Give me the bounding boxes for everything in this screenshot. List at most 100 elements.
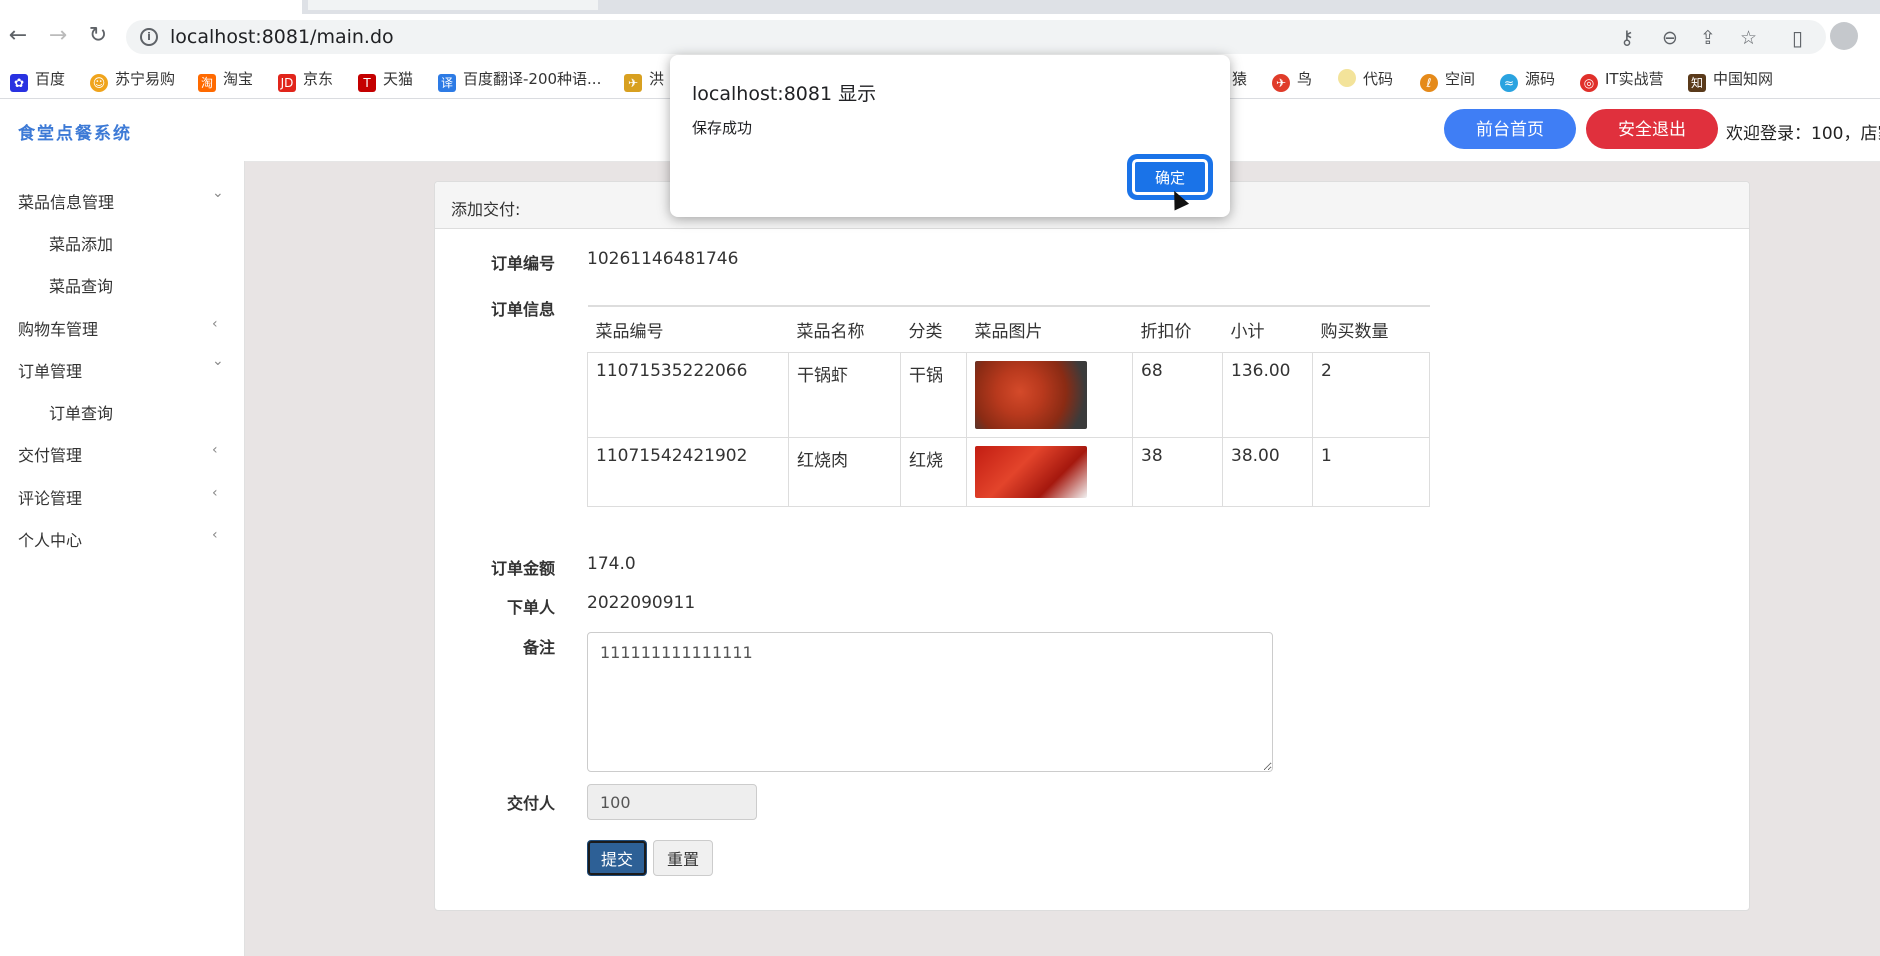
- chevron-left-icon: ‹: [212, 316, 218, 332]
- zoom-icon[interactable]: ⊖: [1662, 27, 1678, 49]
- col-category: 分类: [900, 305, 967, 353]
- bookmark-hong[interactable]: ✈ 洪: [624, 68, 664, 92]
- cell-qty: 2: [1312, 352, 1430, 438]
- note-label: 备注: [522, 638, 555, 657]
- dialog-ok-button[interactable]: 确定: [1132, 159, 1208, 195]
- key-icon[interactable]: ⚷: [1620, 27, 1634, 49]
- col-dish-id: 菜品编号: [587, 305, 789, 353]
- chevron-left-icon: ‹: [212, 485, 218, 501]
- orderer-label: 下单人: [506, 598, 555, 617]
- cell-subtotal: 38.00: [1222, 437, 1313, 507]
- payer-input[interactable]: [587, 784, 757, 820]
- cell-category: 红烧: [900, 437, 967, 507]
- sidebar-item-dish-add[interactable]: 菜品添加: [49, 231, 113, 255]
- table-row: 11071535222066 干锅虾 干锅 68 136.00 2: [587, 352, 1430, 438]
- bookmark-source[interactable]: ≈ 源码: [1500, 68, 1555, 92]
- bookmark-niao[interactable]: ✈ 鸟: [1272, 68, 1312, 92]
- order-no-label: 订单编号: [490, 254, 555, 273]
- sidebar: 菜品信息管理 ⌄ 菜品添加 菜品查询 购物车管理 ‹ 订单管理 ⌄ 订单查询 交…: [0, 161, 245, 956]
- table-row: 11071542421902 红烧肉 红烧 38 38.00 1: [587, 437, 1430, 507]
- col-dish-name: 菜品名称: [788, 305, 901, 353]
- dialog-message: 保存成功: [692, 119, 753, 137]
- delivery-form-panel: 添加交付: 订单编号 10261146481746 订单信息 菜品编号 菜品名称…: [434, 181, 1750, 911]
- chevron-left-icon: ‹: [212, 442, 218, 458]
- bird-icon: ✈: [624, 74, 642, 92]
- sidebar-item-delivery[interactable]: 交付管理: [18, 442, 82, 466]
- bookmark-code[interactable]: 代码: [1338, 68, 1393, 88]
- cell-category: 干锅: [900, 352, 967, 438]
- cell-dish-name: 干锅虾: [788, 352, 901, 438]
- jd-icon: JD: [278, 74, 296, 92]
- bookmark-baidu[interactable]: ✿ 百度: [10, 68, 65, 92]
- address-bar[interactable]: i localhost:8081/main.do ⚷ ⊖ ⇪ ☆: [126, 20, 1826, 54]
- paw-icon: ✿: [10, 74, 28, 92]
- submit-button[interactable]: 提交: [587, 840, 647, 876]
- bookmark-tmall[interactable]: T 天猫: [358, 68, 413, 92]
- cell-image: [966, 352, 1133, 438]
- dish-photo: [975, 446, 1087, 498]
- bookmark-jd[interactable]: JD 京东: [278, 68, 333, 92]
- sidebar-item-dish-info[interactable]: 菜品信息管理: [18, 189, 114, 213]
- amount-value: 174.0: [587, 554, 636, 574]
- translate-icon: 译: [438, 74, 456, 92]
- dish-photo: [975, 361, 1087, 429]
- col-price: 折扣价: [1132, 305, 1223, 353]
- payer-label: 交付人: [506, 794, 555, 813]
- bookmark-space[interactable]: ℓ 空间: [1420, 68, 1475, 92]
- bookmark-it[interactable]: ◎ IT实战营: [1580, 68, 1664, 92]
- orderer-value: 2022090911: [587, 593, 696, 613]
- app-title[interactable]: 食堂点餐系统: [18, 119, 132, 144]
- cnki-icon: 知: [1688, 74, 1706, 92]
- chevron-left-icon: ‹: [212, 527, 218, 543]
- cell-dish-id: 11071542421902: [587, 437, 789, 507]
- reset-button[interactable]: 重置: [653, 840, 713, 876]
- cell-subtotal: 136.00: [1222, 352, 1313, 438]
- bookmark-cnki[interactable]: 知中国知网: [1688, 68, 1773, 92]
- cell-qty: 1: [1312, 437, 1430, 507]
- forward-icon[interactable]: →: [46, 24, 70, 48]
- back-icon[interactable]: ←: [6, 24, 30, 48]
- site-info-icon[interactable]: i: [140, 28, 158, 46]
- active-tab[interactable]: [0, 0, 302, 14]
- bookmark-star-icon[interactable]: ☆: [1740, 27, 1757, 49]
- taobao-icon: 淘: [198, 74, 216, 92]
- bookmark-baidu-translate[interactable]: 译百度翻译-200种语...: [438, 68, 601, 92]
- space-icon: ℓ: [1420, 74, 1438, 92]
- chevron-down-icon: ⌄: [212, 185, 224, 201]
- profile-avatar[interactable]: [1830, 22, 1858, 50]
- sidebar-item-orders[interactable]: 订单管理: [18, 358, 82, 382]
- sidebar-item-profile[interactable]: 个人中心: [18, 527, 82, 551]
- col-qty: 购买数量: [1312, 305, 1430, 353]
- order-info-label: 订单信息: [490, 300, 555, 319]
- side-panel-icon[interactable]: ▯: [1792, 26, 1803, 50]
- sidebar-item-dish-query[interactable]: 菜品查询: [49, 273, 113, 297]
- logout-button[interactable]: 安全退出: [1586, 109, 1718, 149]
- home-button[interactable]: 前台首页: [1444, 109, 1576, 149]
- fish-icon: ≈: [1500, 74, 1518, 92]
- welcome-text: 欢迎登录：100，店家: [1726, 124, 1880, 144]
- suning-icon: ☺: [90, 74, 108, 92]
- table-header-row: 菜品编号 菜品名称 分类 菜品图片 折扣价 小计 购买数量: [587, 305, 1430, 353]
- bookmark-yuan[interactable]: 猿: [1232, 68, 1247, 88]
- bird-logo-icon: ✈: [1272, 74, 1290, 92]
- url-text[interactable]: localhost:8081/main.do: [170, 26, 394, 48]
- alert-dialog: localhost:8081 显示 保存成功 确定: [670, 55, 1230, 217]
- col-image: 菜品图片: [966, 305, 1133, 353]
- bookmark-suning[interactable]: ☺ 苏宁易购: [90, 68, 175, 92]
- sidebar-item-order-query[interactable]: 订单查询: [49, 400, 113, 424]
- cell-dish-id: 11071535222066: [587, 352, 789, 438]
- share-icon[interactable]: ⇪: [1700, 27, 1716, 49]
- reload-icon[interactable]: ↻: [86, 24, 110, 48]
- chrome-red-icon: ◎: [1580, 74, 1598, 92]
- bookmark-taobao[interactable]: 淘淘宝: [198, 68, 253, 92]
- order-items-table: 菜品编号 菜品名称 分类 菜品图片 折扣价 小计 购买数量 1107153522…: [587, 305, 1430, 507]
- inactive-tab[interactable]: [308, 0, 598, 10]
- sidebar-item-comments[interactable]: 评论管理: [18, 485, 82, 509]
- note-textarea[interactable]: 111111111111111: [587, 632, 1273, 772]
- browser-toolbar: ← → ↻ i localhost:8081/main.do ⚷ ⊖ ⇪ ☆ ▯: [0, 14, 1880, 60]
- browser-tab-strip: [0, 0, 1880, 14]
- cell-dish-name: 红烧肉: [788, 437, 901, 507]
- dialog-title: localhost:8081 显示: [692, 83, 877, 105]
- code-icon: [1338, 69, 1356, 87]
- sidebar-item-cart[interactable]: 购物车管理: [18, 316, 98, 340]
